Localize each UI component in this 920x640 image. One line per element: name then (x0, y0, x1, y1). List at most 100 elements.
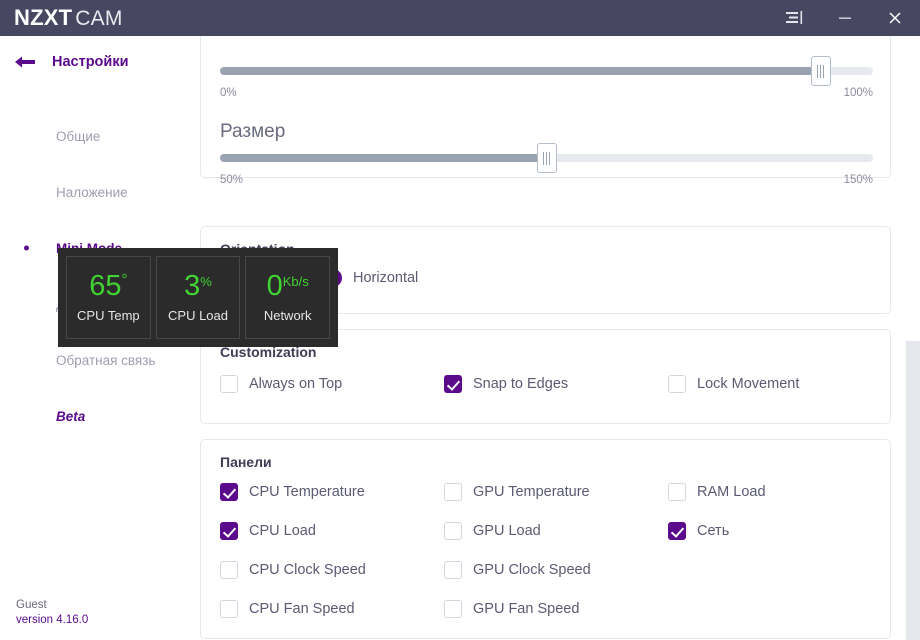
checkbox-option-always-on-top[interactable]: Always on Top (220, 375, 444, 393)
checkbox-option-cpu-fan-speed[interactable]: CPU Fan Speed (220, 600, 444, 618)
checkbox-gpu-fan-speed-label: GPU Fan Speed (473, 601, 580, 617)
checkbox-gpu-clock-speed-icon[interactable] (444, 561, 462, 579)
opacity-max-label: 100% (843, 87, 873, 99)
opacity-slider[interactable]: 0% 100% (220, 56, 873, 99)
overlay-network-unit: Kb/s (282, 274, 309, 289)
checkbox-gpu-temperature-icon[interactable] (444, 483, 462, 501)
checkbox-lock-movement-label: Lock Movement (697, 376, 800, 392)
app-logo: NZXT CAM (14, 5, 123, 30)
minimize-button[interactable] (820, 0, 870, 36)
size-slider[interactable]: 50% 150% (220, 143, 873, 186)
checkbox-cpu-temperature-icon[interactable] (220, 483, 238, 501)
overlay-tile-cpu-temp: 65 ° CPU Temp (66, 256, 151, 339)
opacity-slider-thumb[interactable] (810, 56, 831, 86)
app-version: version 4.16.0 (16, 614, 89, 626)
overlay-cpu-temp-unit: ° (121, 271, 128, 288)
sidebar-item-beta[interactable]: Beta (0, 388, 193, 444)
panels-title: Панели (220, 454, 272, 470)
list-menu-icon (785, 10, 805, 26)
checkbox-cpu-clock-speed-icon[interactable] (220, 561, 238, 579)
checkbox-option-cpu-temperature[interactable]: CPU Temperature (220, 483, 444, 501)
checkbox-cpu-load-label: CPU Load (249, 523, 316, 539)
minimize-icon (837, 10, 853, 26)
overlay-cpu-load-value: 3% (184, 272, 212, 301)
checkbox-option-gpu-clock-speed[interactable]: GPU Clock Speed (444, 561, 668, 579)
sidebar-item-general[interactable]: Общие (0, 108, 193, 164)
opacity-slider-fill (220, 67, 821, 75)
size-slider-track[interactable] (220, 143, 873, 173)
account-name: Guest (16, 599, 47, 611)
size-section-title: Размер (220, 121, 286, 142)
checkbox-network-icon[interactable] (668, 522, 686, 540)
checkbox-option-cpu-load[interactable]: CPU Load (220, 522, 444, 540)
panels-card: Панели CPU Temperature GPU Temperature R… (200, 439, 891, 639)
back-to-settings-button[interactable]: Настройки (14, 54, 129, 70)
checkbox-always-on-top-icon[interactable] (220, 375, 238, 393)
size-slider-labels: 50% 150% (220, 174, 873, 186)
overlay-network-label: Network (263, 308, 312, 323)
checkbox-lock-movement-icon[interactable] (668, 375, 686, 393)
close-icon (887, 10, 903, 26)
sidebar-footer: Guest version 4.16.0 (16, 598, 88, 628)
checkbox-option-gpu-load[interactable]: GPU Load (444, 522, 668, 540)
overlay-cpu-temp-number: 65 (89, 270, 122, 302)
checkbox-cpu-clock-speed-label: CPU Clock Speed (249, 562, 366, 578)
overlay-cpu-load-label: CPU Load (168, 308, 228, 323)
checkbox-gpu-fan-speed-icon[interactable] (444, 600, 462, 618)
checkbox-gpu-temperature-label: GPU Temperature (473, 484, 590, 500)
checkbox-gpu-load-label: GPU Load (473, 523, 541, 539)
checkbox-option-network[interactable]: Сеть (668, 522, 871, 540)
panels-options: CPU Temperature GPU Temperature RAM Load… (220, 483, 871, 618)
checkbox-option-gpu-temperature[interactable]: GPU Temperature (444, 483, 668, 501)
arrow-left-icon (14, 55, 36, 69)
overlay-cpu-temp-value: 65 ° (89, 270, 128, 302)
opacity-slider-track[interactable] (220, 56, 873, 86)
size-settings-card: 0% 100% Размер 50% 150% (200, 36, 891, 186)
title-bar: NZXT CAM (0, 0, 920, 36)
sidebar-item-label: Beta (56, 408, 86, 424)
overlay-cpu-temp-label: CPU Temp (77, 308, 140, 323)
checkbox-cpu-fan-speed-label: CPU Fan Speed (249, 601, 355, 617)
sidebar-item-label: Наложение (56, 184, 128, 200)
opacity-slider-labels: 0% 100% (220, 87, 873, 99)
size-max-label: 150% (843, 174, 873, 186)
checkbox-gpu-load-icon[interactable] (444, 522, 462, 540)
checkbox-option-ram-load[interactable]: RAM Load (668, 483, 871, 501)
sidebar-item-label: Общие (56, 128, 101, 144)
mini-mode-overlay-preview[interactable]: 65 ° CPU Temp 3% CPU Load 0 Kb/s Network (58, 248, 338, 347)
radio-option-horizontal[interactable]: Horizontal (324, 269, 418, 287)
checkbox-snap-to-edges-label: Snap to Edges (473, 376, 569, 392)
size-slider-thumb[interactable] (536, 143, 557, 173)
overlay-network-number: 0 (266, 270, 283, 302)
sidebar-item-overlay[interactable]: Наложение (0, 164, 193, 220)
active-dot-icon (24, 245, 29, 251)
checkbox-ram-load-icon[interactable] (668, 483, 686, 501)
checkbox-snap-to-edges-icon[interactable] (444, 375, 462, 393)
logo-nzxt: NZXT (14, 5, 73, 30)
checkbox-option-snap-to-edges[interactable]: Snap to Edges (444, 375, 668, 393)
menu-button[interactable] (770, 0, 820, 36)
opacity-min-label: 0% (220, 87, 237, 99)
checkbox-always-on-top-label: Always on Top (249, 376, 343, 392)
window-controls (770, 0, 920, 36)
panels-grid-spacer (668, 561, 871, 579)
overlay-cpu-load-number: 3 (184, 270, 201, 302)
page-title: Настройки (52, 54, 129, 70)
checkbox-option-cpu-clock-speed[interactable]: CPU Clock Speed (220, 561, 444, 579)
checkbox-cpu-load-icon[interactable] (220, 522, 238, 540)
size-min-label: 50% (220, 174, 244, 186)
checkbox-option-gpu-fan-speed[interactable]: GPU Fan Speed (444, 600, 668, 618)
panels-body: Панели CPU Temperature GPU Temperature R… (201, 440, 890, 632)
checkbox-cpu-temperature-label: CPU Temperature (249, 484, 365, 500)
checkbox-cpu-fan-speed-icon[interactable] (220, 600, 238, 618)
overlay-cpu-load-unit: % (200, 274, 212, 289)
content-scrollbar-thumb[interactable] (906, 341, 920, 640)
logo-cam: CAM (75, 7, 123, 30)
customization-options: Always on Top Snap to Edges Lock Movemen… (220, 375, 871, 393)
close-button[interactable] (870, 0, 920, 36)
overlay-tile-cpu-load: 3% CPU Load (155, 256, 241, 339)
checkbox-option-lock-movement[interactable]: Lock Movement (668, 375, 871, 393)
panels-grid-spacer (668, 600, 871, 618)
app-root: NZXT CAM Настройки Общие Наложение Обрат… (0, 0, 920, 640)
radio-horizontal-label: Horizontal (353, 270, 419, 286)
